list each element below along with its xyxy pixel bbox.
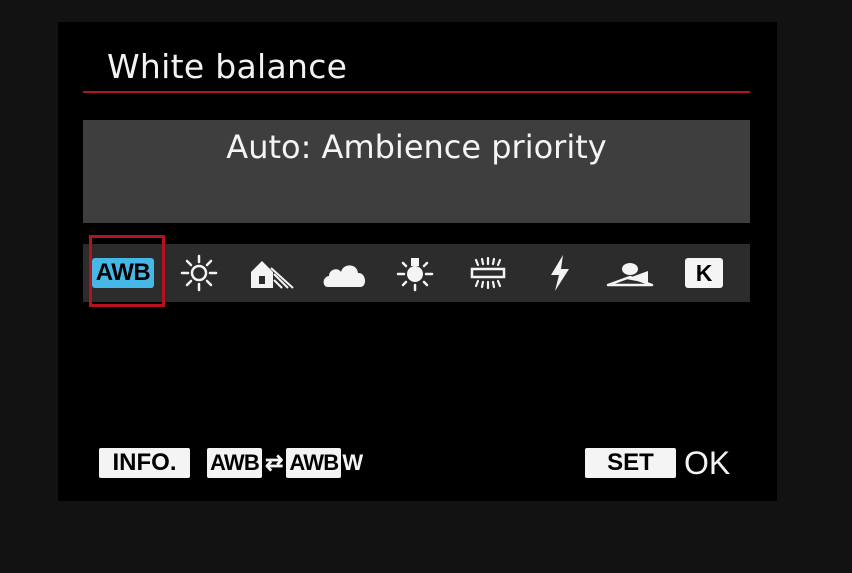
camera-menu-screen: White balance Auto: Ambience priority AW… [58,22,777,501]
page-title: White balance [107,47,348,86]
info-button[interactable]: INFO. [99,448,190,478]
ok-label: OK [684,444,731,481]
kelvin-icon: K [685,258,723,288]
footer-info-hint: INFO. AWB ⇄ AWB W [99,447,363,479]
selected-mode-description: Auto: Ambience priority [226,128,607,166]
wb-option-fluorescent[interactable] [456,244,520,302]
wb-option-tungsten[interactable] [383,244,447,302]
wb-option-flash[interactable] [528,244,592,302]
shade-house-icon [251,261,294,289]
footer-set-hint: SET OK [585,444,731,481]
wb-option-custom[interactable] [598,244,662,302]
wb-option-daylight[interactable] [167,244,231,302]
custom-wb-icon [606,263,654,287]
bulb-icon [396,258,434,292]
sun-icon [180,254,218,292]
wb-option-shade[interactable] [240,244,304,302]
set-button[interactable]: SET [585,448,676,478]
awb-white-badge: AWB [286,448,342,478]
description-panel: Auto: Ambience priority [83,120,750,223]
title-divider [83,91,750,93]
swap-arrows-icon: ⇄ [264,450,284,475]
awb-ambience-badge: AWB [207,448,262,478]
cloud-icon [323,265,366,287]
fluorescent-icon [470,256,506,290]
wb-option-color-temperature[interactable]: K [672,244,736,302]
awb-white-suffix: W [342,450,364,475]
selection-cursor [89,235,165,307]
wb-option-cloudy[interactable] [313,244,377,302]
white-balance-options: AWB K [83,244,750,302]
flash-icon [551,255,569,291]
